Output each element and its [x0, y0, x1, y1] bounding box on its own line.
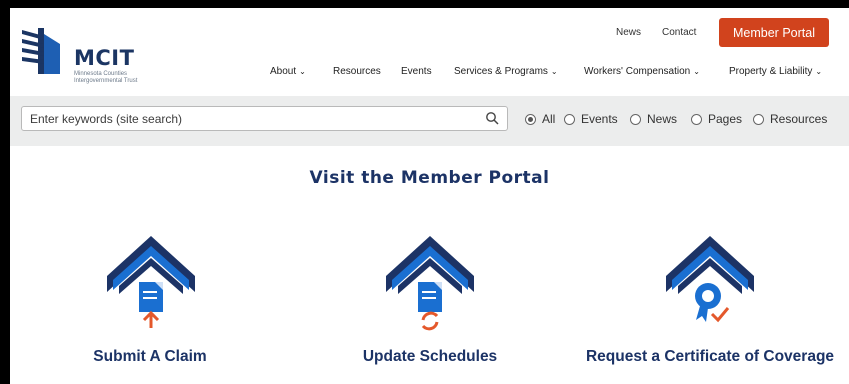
card-update-schedules[interactable]: Update Schedules	[300, 220, 560, 384]
certificate-icon	[666, 236, 754, 323]
radio-icon	[630, 113, 641, 125]
nav-about[interactable]: About ⌄	[270, 66, 306, 77]
filter-events[interactable]: Events	[564, 112, 618, 126]
filter-pages[interactable]: Pages	[691, 112, 742, 126]
nav-about-label: About	[270, 66, 297, 77]
nav-resources-label: Resources	[333, 66, 381, 77]
chevron-down-icon: ⌄	[299, 67, 306, 76]
chevron-down-icon: ⌄	[550, 67, 558, 76]
logo-subtitle: Minnesota Counties Intergovernmental Tru…	[74, 71, 138, 84]
card-submit-claim[interactable]: Submit A Claim	[20, 220, 280, 384]
page-title: Visit the Member Portal	[309, 168, 550, 188]
radio-icon	[691, 113, 702, 125]
filter-all[interactable]: All	[525, 112, 555, 126]
logo-name: MCIT	[74, 46, 135, 70]
filter-events-label: Events	[581, 112, 618, 126]
update-schedules-icon	[386, 236, 474, 331]
filter-all-label: All	[542, 112, 556, 126]
filter-news[interactable]: News	[630, 112, 677, 126]
browser-viewport: MCIT Minnesota Counties Intergovernmenta…	[10, 8, 849, 384]
nav-events-label: Events	[401, 66, 432, 77]
contact-link[interactable]: Contact	[662, 27, 696, 38]
nav-workers-compensation[interactable]: Workers' Compensation ⌄	[584, 66, 700, 77]
nav-events[interactable]: Events	[401, 66, 432, 77]
nav-property-liability[interactable]: Property & Liability ⌄	[729, 66, 822, 77]
mcit-logo[interactable]: MCIT Minnesota Counties Intergovernmenta…	[22, 26, 157, 84]
nav-services-programs[interactable]: Services & Programs ⌄	[454, 66, 558, 77]
filter-resources-label: Resources	[770, 112, 828, 126]
radio-icon	[753, 113, 764, 125]
search-input[interactable]: Enter keywords (site search)	[21, 106, 508, 131]
search-icon[interactable]	[485, 111, 499, 125]
card-request-certificate[interactable]: Request a Certificate of Coverage	[580, 220, 840, 384]
radio-checked-icon	[525, 113, 536, 125]
card-label-request-certificate: Request a Certificate of Coverage	[585, 348, 835, 365]
filter-pages-label: Pages	[708, 112, 743, 126]
chevron-down-icon: ⌄	[815, 67, 823, 76]
submit-claim-icon	[107, 236, 195, 328]
search-placeholder: Enter keywords (site search)	[30, 112, 183, 126]
search-bar: Enter keywords (site search) All Events …	[10, 96, 849, 146]
news-link[interactable]: News	[616, 27, 641, 38]
chevron-down-icon: ⌄	[693, 67, 700, 76]
nav-workers-comp-label: Workers' Compensation	[584, 66, 691, 77]
card-label-submit-claim: Submit A Claim	[93, 348, 207, 365]
nav-services-label: Services & Programs	[454, 66, 548, 77]
member-portal-button[interactable]: Member Portal	[719, 18, 829, 47]
nav-resources[interactable]: Resources	[333, 66, 381, 77]
nav-property-label: Property & Liability	[729, 66, 813, 77]
radio-icon	[564, 113, 575, 125]
filter-resources[interactable]: Resources	[753, 112, 827, 126]
site-header: MCIT Minnesota Counties Intergovernmenta…	[10, 8, 849, 96]
card-label-update-schedules: Update Schedules	[362, 348, 498, 365]
mcit-logo-icon	[22, 28, 60, 74]
filter-news-label: News	[647, 112, 678, 126]
